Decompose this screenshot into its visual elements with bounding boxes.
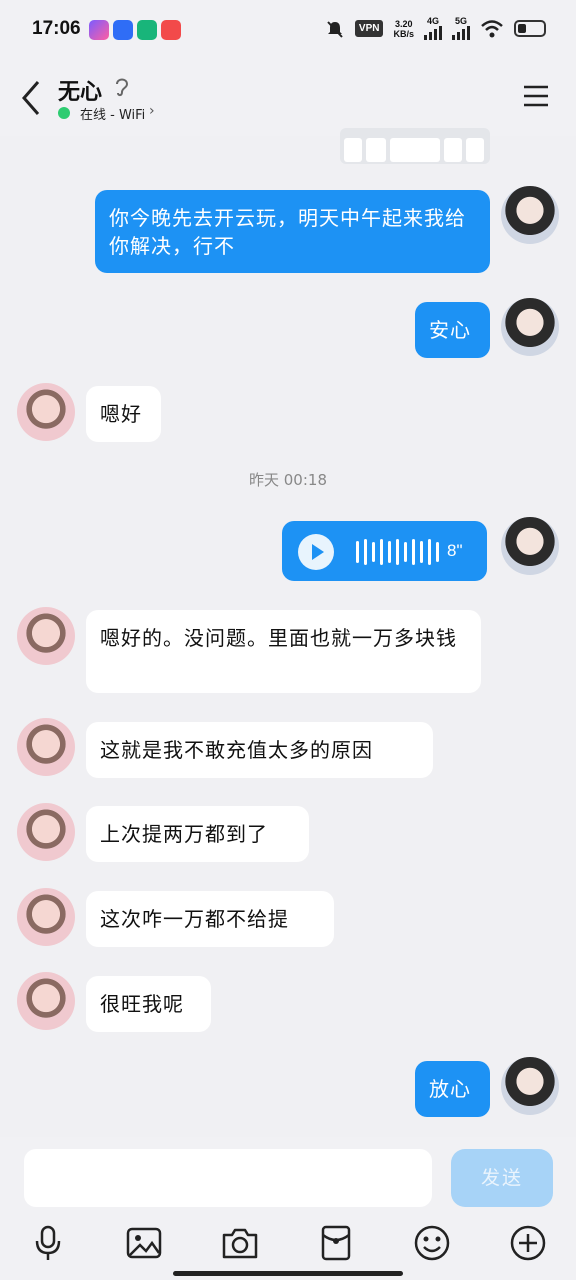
contact-avatar[interactable]: [17, 718, 75, 776]
message-bubble-received[interactable]: 这次咋一万都不给提: [86, 891, 334, 947]
plus-icon[interactable]: [508, 1223, 548, 1263]
contact-avatar[interactable]: [17, 803, 75, 861]
chat-header: 无心 在线 - WiFi ›: [0, 60, 576, 136]
emoji-icon[interactable]: [412, 1223, 452, 1263]
message-bubble-received[interactable]: 很旺我呢: [86, 976, 211, 1032]
my-avatar[interactable]: [501, 517, 559, 575]
microphone-icon[interactable]: [28, 1223, 68, 1263]
contact-avatar[interactable]: [17, 888, 75, 946]
input-toolbar: [0, 1223, 576, 1263]
battery-icon: [514, 20, 546, 37]
mute-bell-icon: [327, 20, 343, 38]
notification-icons: [89, 20, 181, 40]
status-bar: 17:06 VPN 3.20 KB/s 4G 5G: [0, 0, 576, 60]
contact-avatar[interactable]: [17, 383, 75, 441]
message-input[interactable]: [24, 1149, 432, 1207]
message-bubble-sent[interactable]: 你今晚先去开云玩，明天中午起来我给你解决，行不: [95, 190, 490, 273]
red-packet-icon[interactable]: [316, 1223, 356, 1263]
contact-avatar[interactable]: [17, 607, 75, 665]
menu-icon[interactable]: [522, 84, 550, 108]
my-avatar[interactable]: [501, 1057, 559, 1115]
signal-5g-icon: 5G: [452, 17, 470, 40]
image-icon[interactable]: [124, 1223, 164, 1263]
message-bubble-sent[interactable]: 安心: [415, 302, 490, 358]
input-bar: 发送: [0, 1137, 576, 1280]
my-avatar[interactable]: [501, 186, 559, 244]
network-speed: 3.20 KB/s: [393, 18, 414, 39]
online-status-dot: [58, 107, 70, 119]
app-icon: [89, 20, 109, 40]
my-avatar[interactable]: [501, 298, 559, 356]
app-icon: [161, 20, 181, 40]
message-bubble-received[interactable]: 嗯好的。没问题。里面也就一万多块钱: [86, 610, 481, 693]
online-status-text[interactable]: 在线 - WiFi: [80, 104, 145, 123]
message-bubble-sent[interactable]: 放心: [415, 1061, 490, 1117]
app-icon: [137, 20, 157, 40]
message-bubble-received[interactable]: 这就是我不敢充值太多的原因: [86, 722, 433, 778]
send-button[interactable]: 发送: [451, 1149, 553, 1207]
play-icon[interactable]: [298, 534, 334, 570]
timestamp-divider: 昨天 00:18: [249, 471, 327, 489]
earpiece-mode-icon[interactable]: [113, 76, 131, 98]
voice-waveform-icon: [356, 538, 439, 566]
contact-name[interactable]: 无心: [58, 74, 102, 106]
home-indicator[interactable]: [173, 1271, 403, 1276]
back-icon[interactable]: [18, 78, 44, 118]
app-icon: [113, 20, 133, 40]
message-bubble-received[interactable]: 上次提两万都到了: [86, 806, 309, 862]
voice-duration: 8": [447, 541, 463, 560]
wifi-icon: [481, 19, 503, 37]
signal-4g-icon: 4G: [424, 17, 442, 40]
system-icons: VPN 3.20 KB/s 4G 5G: [325, 17, 546, 40]
message-bubble-received[interactable]: 嗯好: [86, 386, 161, 442]
chevron-right-icon[interactable]: ›: [149, 103, 155, 119]
vpn-badge: VPN: [354, 20, 384, 37]
partial-keyboard-image: [340, 128, 490, 164]
contact-avatar[interactable]: [17, 972, 75, 1030]
clock: 17:06: [32, 18, 81, 39]
camera-icon[interactable]: [220, 1223, 260, 1263]
